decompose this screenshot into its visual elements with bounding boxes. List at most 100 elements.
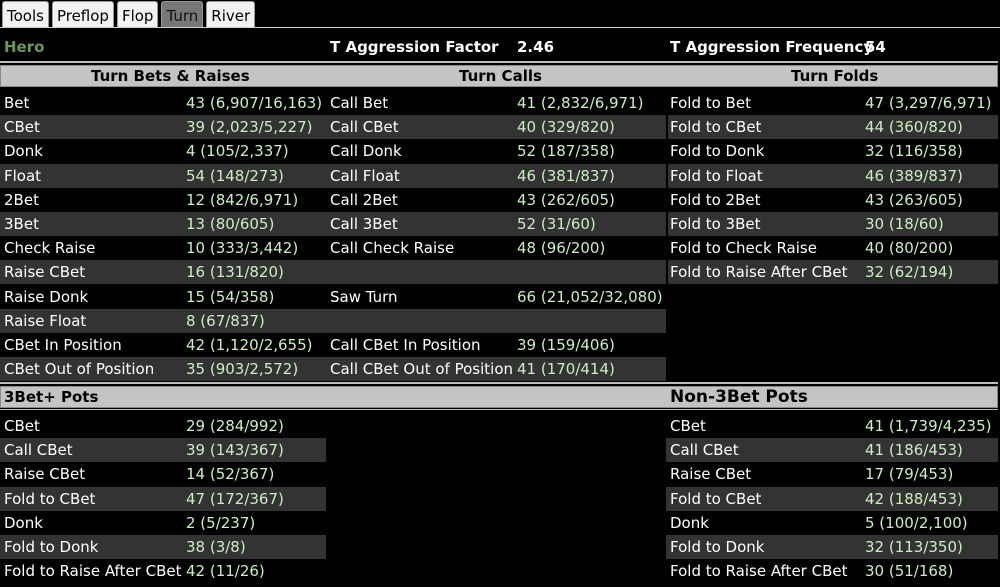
stat-value: 14 (52/367) — [186, 465, 275, 484]
table-row: Raise CBet 16 (131/820) — [0, 260, 666, 285]
stat-value: 13 (80/605) — [186, 215, 275, 233]
bets-header: Turn Bets & Raises — [91, 67, 250, 85]
stat-value: 41 (2,832/6,971) — [517, 94, 644, 112]
stat-value: 39 (159/406) — [517, 336, 615, 354]
stat-value: 12 (842/6,971) — [186, 190, 299, 209]
stat-label: 2Bet — [4, 190, 39, 209]
stat-value: 35 (903/2,572) — [186, 360, 299, 379]
stat-value: 38 (3/8) — [186, 538, 246, 556]
stat-value: 41 (186/453) — [865, 441, 963, 460]
tab-preflop[interactable]: Preflop — [51, 1, 114, 28]
tab-flop[interactable]: Flop — [116, 1, 159, 28]
table-row: Float 54 (148/273) Call Float 46 (381/837) — [0, 163, 666, 188]
stat-label: CBet — [4, 118, 40, 137]
section-header: Turn Bets & Raises Turn Calls Turn Folds — [0, 65, 998, 87]
stat-label: Fold to Donk — [670, 142, 765, 161]
stat-value: 30 (18/60) — [865, 215, 944, 233]
tab-turn[interactable]: Turn — [161, 1, 204, 28]
stat-value: 29 (284/992) — [186, 417, 284, 435]
stat-value: 42 (188/453) — [865, 489, 963, 508]
stat-label: Call CBet — [670, 441, 739, 460]
three-bet-title: 3Bet+ Pots — [4, 388, 99, 406]
stat-label: 3Bet — [4, 215, 39, 233]
stat-label: Fold to Bet — [670, 94, 751, 112]
stat-value: 46 (381/837) — [517, 166, 615, 185]
table-row: Fold to Raise After CBet 42 (11/26) — [0, 559, 326, 583]
table-row: Bet 43 (6,907/16,163) Call Bet 41 (2,832/6,… — [0, 91, 666, 115]
stat-label: Fold to CBet — [4, 489, 96, 508]
table-row — [668, 309, 998, 333]
afq-value: 54 — [865, 38, 886, 56]
divider — [0, 382, 998, 384]
table-row: Fold to Float 46 (389/837) — [668, 163, 998, 188]
stat-value: 17 (79/453) — [865, 465, 954, 484]
stat-label: Raise Float — [4, 311, 87, 330]
table-row: Fold to 2Bet 43 (263/605) — [668, 188, 998, 212]
stat-label: Check Raise — [4, 239, 96, 258]
stat-label: Call Bet — [330, 94, 389, 112]
table-row — [668, 333, 998, 357]
stat-value: 4 (105/2,337) — [186, 142, 289, 161]
table-row: CBet 29 (284/992) — [0, 414, 326, 438]
stat-label: Raise CBet — [4, 263, 86, 282]
table-row: Fold to CBet 44 (360/820) — [668, 115, 998, 140]
divider — [0, 61, 998, 63]
stat-value: 16 (131/820) — [186, 263, 284, 282]
table-row: Fold to Bet 47 (3,297/6,971) — [668, 91, 998, 115]
folds-header: Turn Folds — [791, 67, 879, 85]
stat-label: Raise Donk — [4, 287, 89, 306]
stat-label: Donk — [4, 513, 43, 532]
pots-header: 3Bet+ Pots Non-3Bet Pots — [0, 386, 998, 408]
tab-bar: Tools Preflop Flop Turn River — [0, 0, 256, 28]
table-row: Raise CBet 14 (52/367) — [0, 462, 326, 486]
stat-label: Call Donk — [330, 142, 402, 161]
stat-label: Fold to CBet — [670, 118, 762, 137]
non-three-bet-title: Non-3Bet Pots — [670, 387, 808, 407]
table-row: Fold to CBet 42 (188/453) — [666, 486, 998, 511]
stat-label: Donk — [4, 142, 43, 161]
table-row: Fold to 3Bet 30 (18/60) — [668, 212, 998, 236]
stat-label: Fold to Float — [670, 166, 763, 185]
stat-value: 5 (100/2,100) — [865, 513, 968, 532]
stat-value: 66 (21,052/32,080) — [517, 287, 663, 306]
table-row: CBet In Position 42 (1,120/2,655) Call CBe… — [0, 333, 666, 357]
stat-label: CBet Out of Position — [4, 360, 155, 379]
table-row: Fold to Raise After CBet 32 (62/194) — [668, 260, 998, 285]
stat-value: 39 (143/367) — [186, 441, 284, 460]
stat-label: Fold to Donk — [4, 538, 99, 556]
stat-value: 52 (31/60) — [517, 215, 596, 233]
table-row: Donk 5 (100/2,100) — [666, 511, 998, 535]
tab-river[interactable]: River — [206, 1, 256, 28]
table-row: Raise Float 8 (67/837) — [0, 308, 666, 333]
stat-value: 15 (54/358) — [186, 287, 275, 306]
stat-label: Call CBet — [330, 118, 399, 137]
table-row: 2Bet 12 (842/6,971) Call 2Bet 43 (262/605) — [0, 188, 666, 212]
stat-label: Saw Turn — [330, 287, 398, 306]
calls-header: Turn Calls — [459, 67, 542, 85]
table-row: CBet 41 (1,739/4,235) — [666, 414, 998, 438]
table-row: Fold to Donk 38 (3/8) — [0, 535, 326, 559]
stat-value: 30 (51/168) — [865, 562, 954, 581]
afq-label: T Aggression Frequency — [670, 38, 874, 56]
stat-label: Raise CBet — [4, 465, 86, 484]
stat-value: 54 (148/273) — [186, 166, 284, 185]
stat-value: 32 (62/194) — [865, 263, 954, 282]
stat-value: 42 (1,120/2,655) — [186, 336, 313, 354]
stat-value: 40 (80/200) — [865, 239, 954, 258]
af-label: T Aggression Factor — [330, 38, 499, 56]
stat-label: CBet In Position — [4, 336, 122, 354]
stat-label: Fold to Check Raise — [670, 239, 817, 258]
stat-label: Donk — [670, 513, 709, 532]
stat-value: 48 (96/200) — [517, 239, 606, 258]
table-row: CBet Out of Position 35 (903/2,572) Call C… — [0, 357, 666, 382]
table-row: Raise CBet 17 (79/453) — [666, 462, 998, 486]
stat-label: Fold to Donk — [670, 538, 765, 556]
stat-value: 10 (333/3,442) — [186, 239, 299, 258]
table-row: Fold to Donk 32 (116/358) — [668, 139, 998, 163]
table-row: Call CBet 41 (186/453) — [666, 438, 998, 463]
table-row: Fold to CBet 47 (172/367) — [0, 486, 326, 511]
stat-label: Call CBet — [4, 441, 73, 460]
table-row: Call CBet 39 (143/367) — [0, 438, 326, 463]
table-row: Raise Donk 15 (54/358) Saw Turn 66 (21,052/… — [0, 285, 666, 309]
tab-tools[interactable]: Tools — [2, 1, 49, 28]
